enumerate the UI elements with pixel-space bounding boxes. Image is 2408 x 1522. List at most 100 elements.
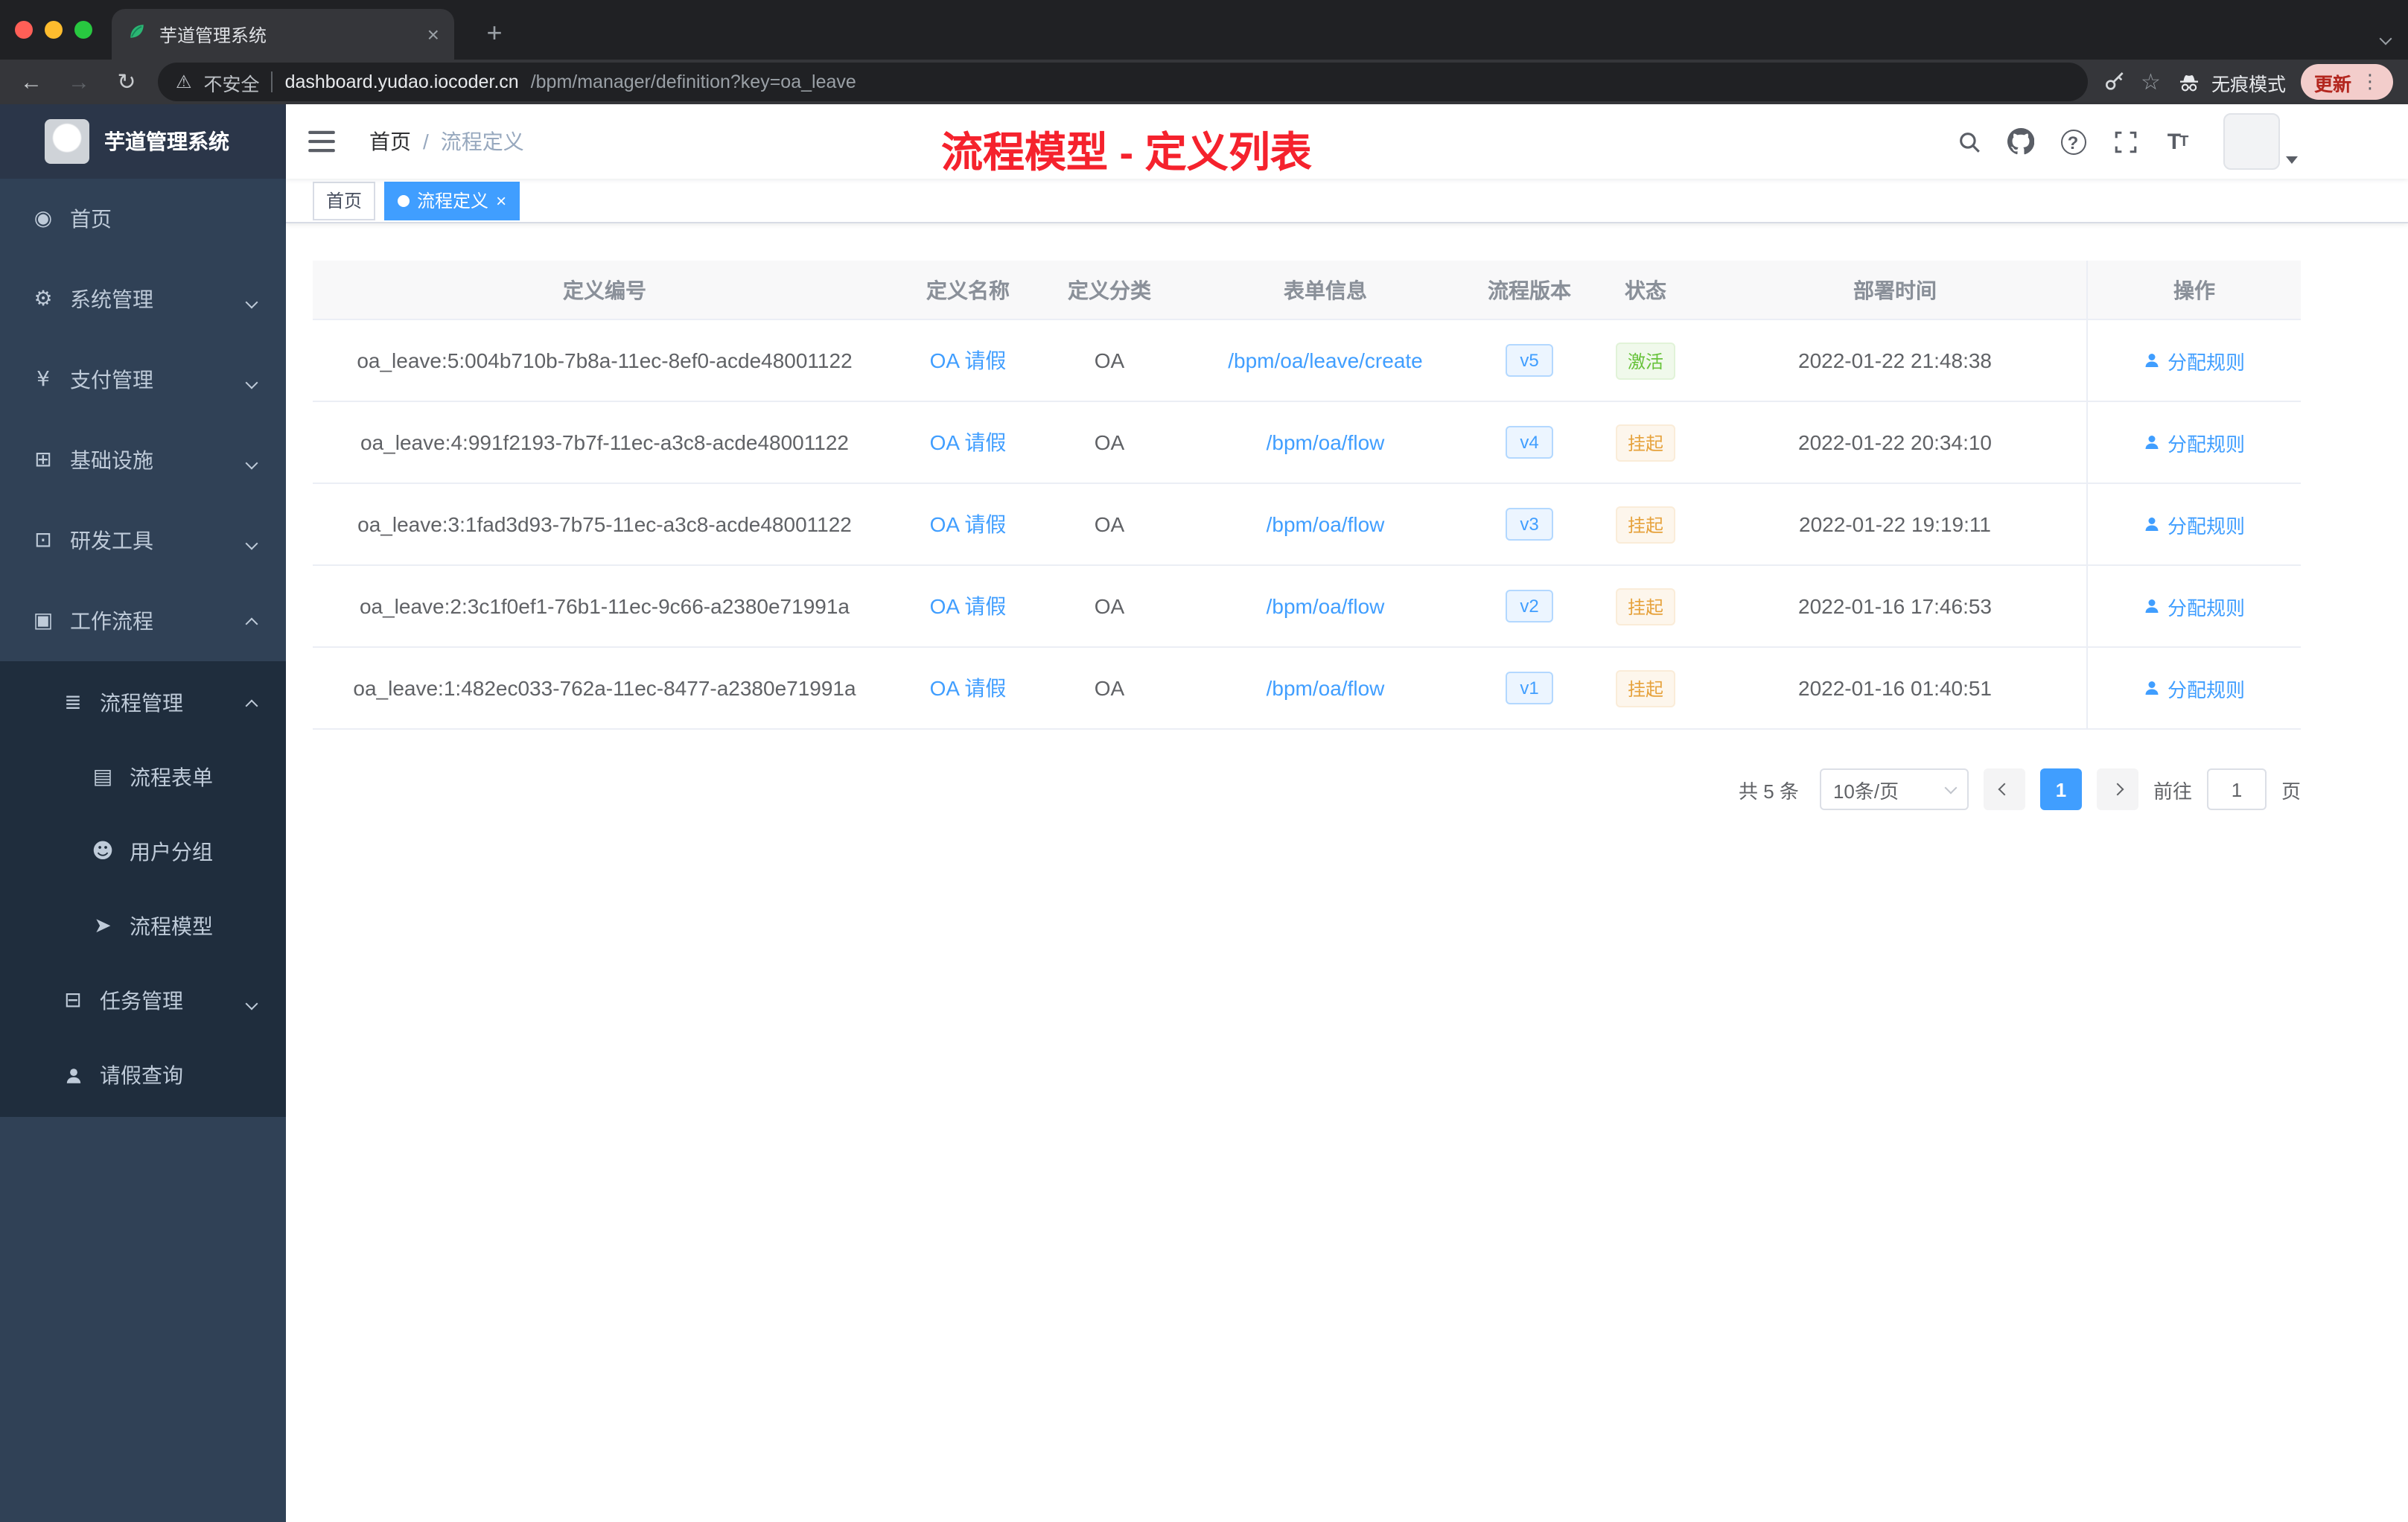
fullscreen-icon[interactable] bbox=[2110, 127, 2140, 156]
breadcrumb-home[interactable]: 首页 bbox=[369, 127, 411, 156]
avatar[interactable] bbox=[2223, 113, 2280, 170]
form-info-link[interactable]: /bpm/oa/flow bbox=[1267, 594, 1385, 618]
prev-page-button[interactable] bbox=[1983, 768, 2025, 810]
browser-tab-strip: 芋道管理系统 × + bbox=[0, 0, 2408, 60]
font-size-icon[interactable]: TT bbox=[2162, 127, 2192, 156]
forward-button: → bbox=[68, 69, 90, 95]
person-icon bbox=[2146, 436, 2159, 449]
person-icon bbox=[60, 1066, 86, 1085]
bookmark-star-icon[interactable]: ☆ bbox=[2141, 69, 2161, 95]
sidebar-item-home[interactable]: ◉ 首页 bbox=[0, 179, 286, 259]
navbar-actions: ? TT bbox=[1954, 113, 2408, 170]
chevron-down-icon bbox=[245, 529, 258, 553]
assign-rule-link[interactable]: 分配规则 bbox=[2144, 346, 2245, 375]
pagination-total: 共 5 条 bbox=[1739, 780, 1799, 802]
sidebar-item-leave-query[interactable]: 请假查询 bbox=[0, 1038, 286, 1112]
table-row: oa_leave:4:991f2193-7b7f-11ec-a3c8-acde4… bbox=[313, 402, 2301, 484]
menu-dots-icon[interactable]: ⋮ bbox=[2360, 71, 2380, 93]
maximize-window-button[interactable] bbox=[74, 21, 92, 39]
browser-tab[interactable]: 芋道管理系统 × bbox=[112, 9, 454, 60]
definition-name-link[interactable]: OA 请假 bbox=[930, 509, 1007, 539]
deploy-time: 2022-01-16 17:46:53 bbox=[1798, 594, 1992, 618]
deploy-time: 2022-01-16 01:40:51 bbox=[1798, 676, 1992, 700]
definition-name-link[interactable]: OA 请假 bbox=[930, 427, 1007, 457]
window-controls bbox=[15, 21, 92, 39]
url-host: dashboard.yudao.iocoder.cn bbox=[284, 71, 519, 92]
form-info-link[interactable]: /bpm/oa/flow bbox=[1267, 430, 1385, 454]
sidebar-item-dev-tools[interactable]: ⊡ 研发工具 bbox=[0, 500, 286, 581]
form-info-link[interactable]: /bpm/oa/flow bbox=[1267, 676, 1385, 700]
form-info-link[interactable]: /bpm/oa/flow bbox=[1267, 512, 1385, 536]
version-badge[interactable]: v5 bbox=[1505, 344, 1554, 377]
definition-name-link[interactable]: OA 请假 bbox=[930, 346, 1007, 375]
sidebar-item-user-group[interactable]: ☻ 用户分组 bbox=[0, 815, 286, 889]
col-header-name: 定义名称 bbox=[926, 278, 1010, 302]
chrome-update-button[interactable]: 更新 ⋮ bbox=[2300, 64, 2393, 100]
version-badge[interactable]: v1 bbox=[1505, 672, 1554, 704]
close-window-button[interactable] bbox=[15, 21, 33, 39]
refresh-button[interactable]: ↻ bbox=[110, 69, 143, 95]
new-tab-button[interactable]: + bbox=[477, 16, 512, 52]
col-header-id: 定义编号 bbox=[563, 278, 646, 302]
version-badge[interactable]: v2 bbox=[1505, 590, 1554, 623]
hamburger-icon[interactable] bbox=[286, 130, 357, 153]
tab-close-icon[interactable]: × bbox=[427, 22, 439, 46]
table-row: oa_leave:5:004b710b-7b8a-11ec-8ef0-acde4… bbox=[313, 320, 2301, 402]
page-title-annotation: 流程模型 - 定义列表 bbox=[941, 130, 1312, 176]
definition-name-link[interactable]: OA 请假 bbox=[930, 673, 1007, 703]
assign-rule-link[interactable]: 分配规则 bbox=[2144, 674, 2245, 702]
not-secure-icon: ⚠ bbox=[176, 71, 192, 92]
deploy-time: 2022-01-22 19:19:11 bbox=[1799, 512, 1991, 536]
definition-category: OA bbox=[1094, 512, 1125, 536]
definition-category: OA bbox=[1094, 676, 1125, 700]
definition-table: 定义编号 定义名称 定义分类 表单信息 流程版本 状态 部署时间 操作 oa_l… bbox=[313, 261, 2301, 730]
next-page-button[interactable] bbox=[2096, 768, 2138, 810]
dev-tools-icon: ⊡ bbox=[34, 529, 52, 553]
logo-title: 芋道管理系统 bbox=[104, 130, 229, 153]
tab-search-chevron-icon[interactable] bbox=[2379, 24, 2392, 51]
version-badge[interactable]: v4 bbox=[1505, 426, 1554, 459]
assign-rule-link[interactable]: 分配规则 bbox=[2144, 428, 2245, 456]
assign-rule-link[interactable]: 分配规则 bbox=[2144, 510, 2245, 538]
sidebar-item-process-form[interactable]: ▤ 流程表单 bbox=[0, 740, 286, 815]
sidebar-logo[interactable]: 芋道管理系统 bbox=[0, 104, 286, 179]
security-label: 不安全 bbox=[203, 74, 260, 95]
tag-process-definition[interactable]: 流程定义 × bbox=[384, 181, 520, 220]
assign-rule-link[interactable]: 分配规则 bbox=[2144, 592, 2245, 620]
yen-icon: ¥ bbox=[36, 368, 50, 392]
definition-name-link[interactable]: OA 请假 bbox=[930, 591, 1007, 621]
page-size-select[interactable]: 10条/页 bbox=[1819, 768, 1969, 810]
favicon-icon bbox=[127, 20, 147, 48]
page-content: 定义编号 定义名称 定义分类 表单信息 流程版本 状态 部署时间 操作 oa_l… bbox=[286, 223, 2408, 1522]
sidebar-item-system[interactable]: ⚙ 系统管理 bbox=[0, 259, 286, 340]
minimize-window-button[interactable] bbox=[45, 21, 63, 39]
process-list-icon: ≣ bbox=[64, 691, 82, 715]
user-menu[interactable] bbox=[2223, 113, 2298, 170]
table-row: oa_leave:1:482ec033-762a-11ec-8477-a2380… bbox=[313, 648, 2301, 730]
chevron-right-icon bbox=[2111, 783, 2124, 796]
page-number-1[interactable]: 1 bbox=[2039, 768, 2082, 810]
goto-unit: 页 bbox=[2281, 780, 2301, 802]
col-header-deploy-time: 部署时间 bbox=[1853, 278, 1937, 302]
sidebar-item-payment[interactable]: ¥ 支付管理 bbox=[0, 340, 286, 420]
password-key-icon[interactable] bbox=[2102, 70, 2126, 94]
form-info-link[interactable]: /bpm/oa/leave/create bbox=[1228, 348, 1423, 372]
address-bar[interactable]: ⚠ 不安全 dashboard.yudao.iocoder.cn /bpm/ma… bbox=[158, 63, 2088, 101]
sidebar-item-infrastructure[interactable]: ⊞ 基础设施 bbox=[0, 420, 286, 500]
person-icon bbox=[2146, 354, 2159, 367]
goto-page-input[interactable] bbox=[2206, 768, 2267, 810]
tag-close-icon[interactable]: × bbox=[496, 190, 506, 211]
github-icon[interactable] bbox=[2006, 127, 2036, 156]
sidebar-item-process-management[interactable]: ≣ 流程管理 bbox=[0, 666, 286, 740]
status-badge: 挂起 bbox=[1615, 588, 1675, 625]
gear-icon: ⚙ bbox=[34, 287, 53, 311]
deploy-time: 2022-01-22 21:48:38 bbox=[1798, 348, 1992, 372]
help-icon[interactable]: ? bbox=[2058, 127, 2088, 156]
sidebar-item-task-management[interactable]: ⊟ 任务管理 bbox=[0, 964, 286, 1038]
sidebar-item-workflow[interactable]: ▣ 工作流程 bbox=[0, 581, 286, 661]
search-icon[interactable] bbox=[1954, 127, 1984, 156]
sidebar-item-process-model[interactable]: ➤ 流程模型 bbox=[0, 889, 286, 964]
tag-home[interactable]: 首页 bbox=[313, 181, 376, 220]
version-badge[interactable]: v3 bbox=[1505, 508, 1554, 541]
back-button[interactable]: ← bbox=[15, 69, 48, 95]
